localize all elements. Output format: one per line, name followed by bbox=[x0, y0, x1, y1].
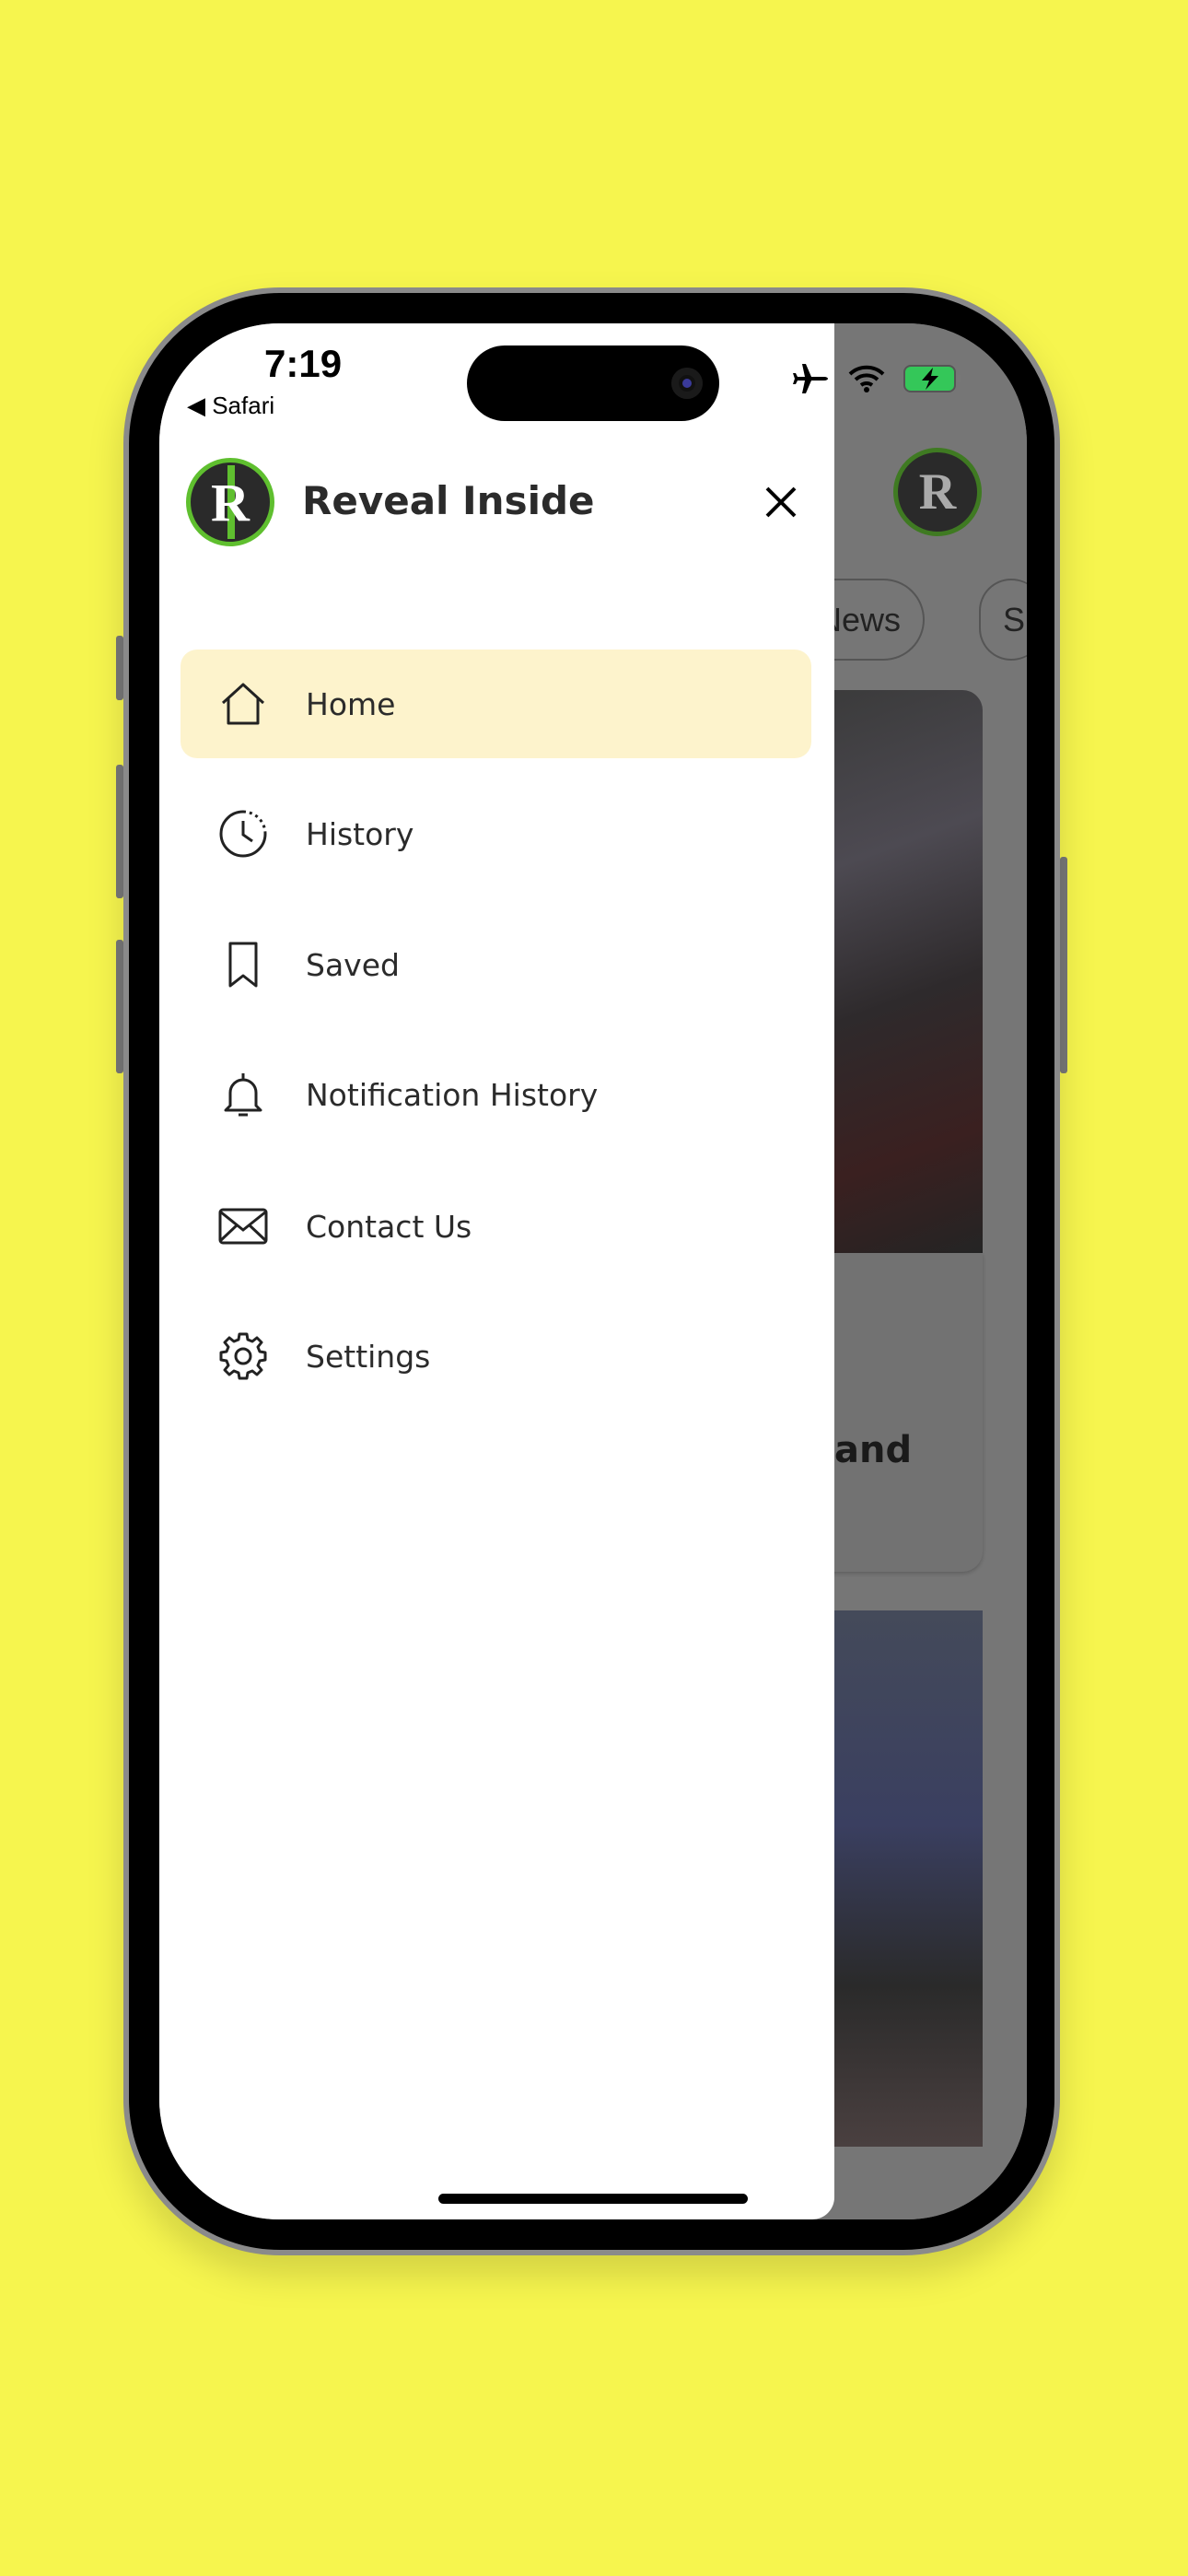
airplane-icon bbox=[793, 364, 828, 393]
menu-item-history[interactable]: History bbox=[181, 779, 811, 888]
navigation-drawer: 7:19 ◀ Safari R Reveal Inside Home Histo… bbox=[159, 323, 834, 2219]
chip-sports[interactable]: Sp bbox=[979, 579, 1027, 661]
home-indicator[interactable] bbox=[438, 2194, 748, 2204]
camera bbox=[671, 368, 703, 399]
menu-item-home[interactable]: Home bbox=[181, 650, 811, 758]
background-logo: R bbox=[893, 448, 982, 536]
menu-item-contact-us[interactable]: Contact Us bbox=[181, 1172, 811, 1281]
bell-icon bbox=[224, 1073, 262, 1117]
app-logo: R bbox=[186, 458, 274, 546]
battery-charging-icon bbox=[903, 365, 961, 392]
history-icon bbox=[219, 810, 267, 858]
drawer-title: Reveal Inside bbox=[302, 478, 595, 523]
bookmark-icon bbox=[228, 942, 258, 988]
news-card-title: and bbox=[834, 1429, 913, 1471]
menu-item-saved[interactable]: Saved bbox=[181, 910, 811, 1019]
menu-item-settings[interactable]: Settings bbox=[181, 1302, 811, 1411]
close-icon[interactable] bbox=[758, 479, 804, 525]
home-icon bbox=[221, 683, 265, 725]
gear-icon bbox=[219, 1332, 267, 1380]
news-image-2[interactable] bbox=[834, 1610, 983, 2147]
back-to-safari[interactable]: ◀ Safari bbox=[187, 392, 274, 420]
status-icons bbox=[793, 362, 962, 395]
dynamic-island bbox=[467, 345, 719, 421]
wifi-icon bbox=[848, 365, 885, 392]
menu-item-notification-history[interactable]: Notification History bbox=[181, 1040, 811, 1149]
mail-icon bbox=[218, 1208, 268, 1245]
screen: R News Sp and 7:19 ◀ Safari R Reveal Ins… bbox=[159, 323, 1027, 2219]
status-time: 7:19 bbox=[264, 342, 343, 385]
